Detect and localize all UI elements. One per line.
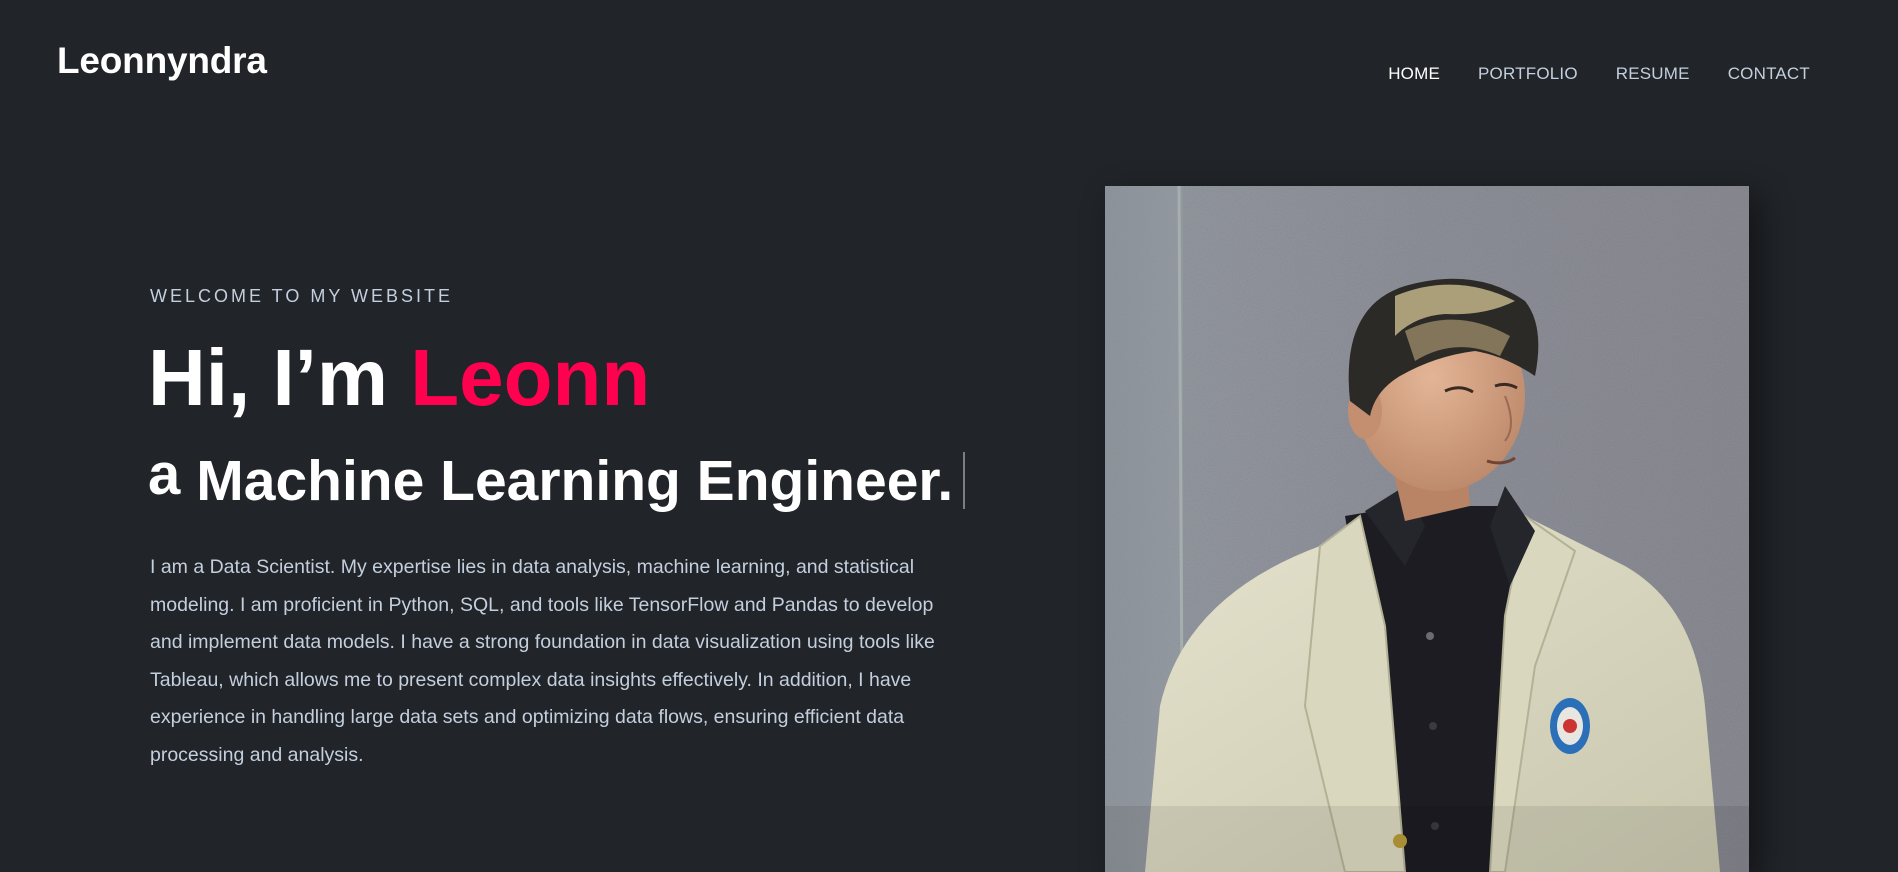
- welcome-eyebrow: WELCOME TO MY WEBSITE: [150, 286, 454, 306]
- hero-headline: Hi, I’m Leonn: [148, 338, 650, 418]
- hero-name: Leonn: [410, 333, 651, 422]
- typing-cursor: [963, 452, 966, 510]
- nav-resume[interactable]: RESUME: [1616, 64, 1690, 84]
- page: Leonnyndra HOME PORTFOLIO RESUME CONTACT…: [0, 0, 1898, 872]
- hero-bio: I am a Data Scientist. My expertise lies…: [150, 556, 935, 766]
- role-prefix: a: [148, 442, 181, 507]
- nav-portfolio[interactable]: PORTFOLIO: [1478, 64, 1578, 84]
- main-nav: HOME PORTFOLIO RESUME CONTACT: [1350, 64, 1810, 84]
- site-logo[interactable]: Leonnyndra: [57, 40, 267, 82]
- nav-home[interactable]: HOME: [1388, 64, 1440, 84]
- hero-role: a Machine Learning Engineer.: [148, 446, 966, 513]
- nav-contact[interactable]: CONTACT: [1728, 64, 1810, 84]
- profile-photo: [1105, 186, 1749, 872]
- greeting-text: Hi, I’m: [148, 333, 411, 422]
- role-text: Machine Learning Engineer.: [196, 449, 954, 513]
